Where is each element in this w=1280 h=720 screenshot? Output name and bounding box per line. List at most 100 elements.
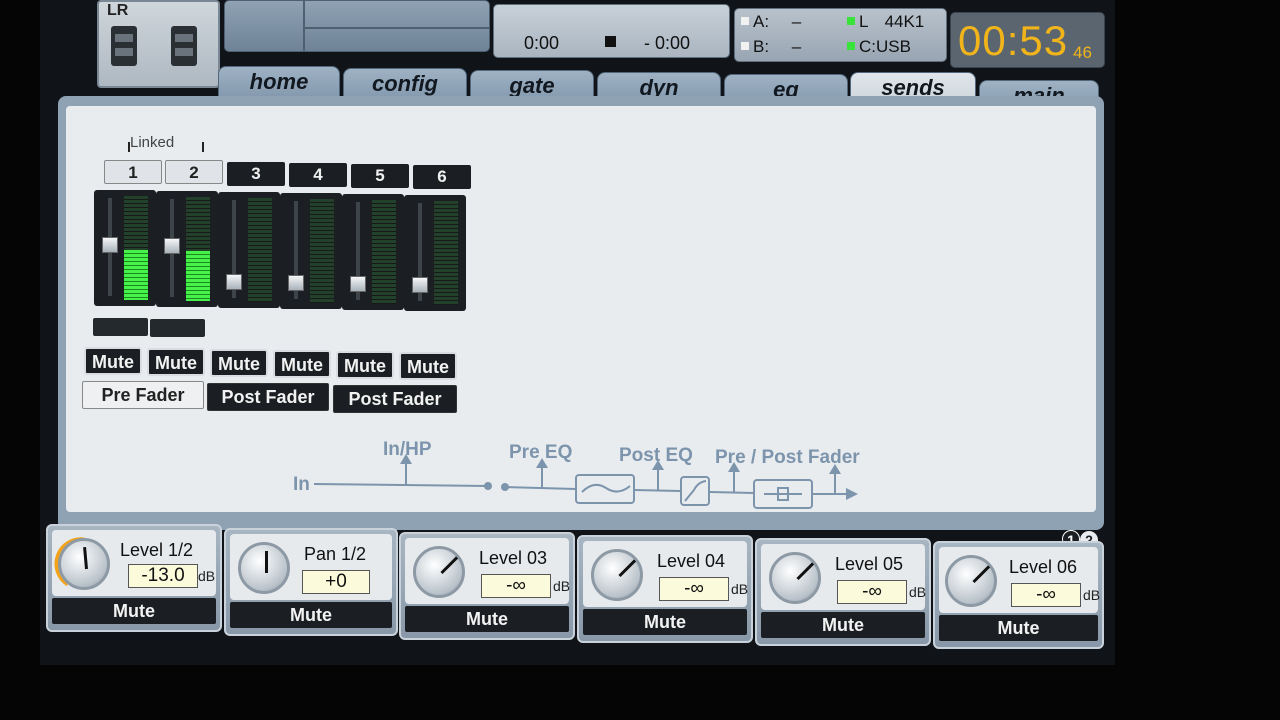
signal-line-2 xyxy=(504,486,577,490)
mute-button-3[interactable]: Mute xyxy=(210,349,268,377)
knob-pointer xyxy=(796,562,815,581)
usb-transport-panel[interactable]: 0:00 - 0:00 xyxy=(493,4,730,58)
elapsed-time: 0:00 xyxy=(524,33,560,53)
stop-icon[interactable] xyxy=(605,36,616,47)
channel-name-panel[interactable] xyxy=(224,0,490,52)
encoder-label: Level 06 xyxy=(1009,557,1078,577)
meter-5 xyxy=(372,200,396,304)
signal-path-diagram xyxy=(313,454,858,509)
clock-time: 00:53 xyxy=(958,17,1069,64)
encoder-label: Level 04 xyxy=(657,551,726,571)
meter-4 xyxy=(310,199,334,303)
channel-number-3[interactable]: 3 xyxy=(227,162,285,186)
encoder-level-1-2[interactable]: Level 1/2 -13.0 dB Mute xyxy=(46,524,222,632)
signal-line-1 xyxy=(313,483,489,487)
scribble-strip-1 xyxy=(93,318,148,336)
level-knob-icon[interactable] xyxy=(945,555,997,607)
signal-node-2 xyxy=(501,483,509,491)
tap-point-button-3-4[interactable]: Post Fader xyxy=(207,383,329,411)
channel-number-6[interactable]: 6 xyxy=(413,165,471,189)
encoder-value: -∞ xyxy=(481,574,551,598)
channel-number-4[interactable]: 4 xyxy=(289,163,347,187)
lr-right-fader-icon xyxy=(171,26,197,66)
level-knob-icon[interactable] xyxy=(413,546,465,598)
send-fader-4[interactable] xyxy=(280,193,342,309)
io-status-panel[interactable]: A: – B: – L 44K1 C:USB xyxy=(734,8,947,62)
encoder-unit: dB xyxy=(909,584,927,600)
tap-point-button-1-2[interactable]: Pre Fader xyxy=(82,381,204,409)
b-label: B: xyxy=(753,37,770,56)
encoder-level-04[interactable]: Level 04 -∞ dB Mute xyxy=(577,535,753,643)
level-knob-icon[interactable] xyxy=(58,538,110,590)
knob-pointer xyxy=(265,551,268,573)
send-fader-5[interactable] xyxy=(342,194,404,310)
tap-point-button-5-6[interactable]: Post Fader xyxy=(333,385,457,413)
channel-number-5[interactable]: 5 xyxy=(351,164,409,188)
meter-3 xyxy=(248,198,272,302)
signal-out-arrowhead xyxy=(846,488,858,500)
a-label: A: xyxy=(753,12,770,31)
level-knob-icon[interactable] xyxy=(591,549,643,601)
send-fader-6[interactable] xyxy=(404,195,466,311)
mute-button-6[interactable]: Mute xyxy=(399,352,457,380)
l-led-icon xyxy=(847,17,855,25)
knob-pointer xyxy=(440,556,459,575)
fader-cap-6[interactable] xyxy=(412,276,428,293)
mute-button-5[interactable]: Mute xyxy=(336,351,394,379)
clock-display: 00:53 46 xyxy=(950,12,1105,68)
encoder-value: -∞ xyxy=(1011,583,1081,607)
mute-button-2[interactable]: Mute xyxy=(147,348,205,376)
fader-cap-3[interactable] xyxy=(226,273,242,290)
name-divider xyxy=(303,1,305,51)
signal-node-1 xyxy=(484,482,492,490)
encoder-value: -∞ xyxy=(837,580,907,604)
signal-line-3 xyxy=(634,489,681,492)
mute-button-1[interactable]: Mute xyxy=(84,347,142,375)
channel-number-1[interactable]: 1 xyxy=(104,160,162,184)
mute-button-4[interactable]: Mute xyxy=(273,350,331,378)
lr-label: LR xyxy=(107,2,129,19)
send-fader-2[interactable] xyxy=(156,191,218,307)
c-led-icon xyxy=(847,42,855,50)
b-led-icon xyxy=(741,42,749,50)
dynamics-curve xyxy=(684,480,707,502)
sample-rate: 44K1 xyxy=(884,12,925,31)
usb-source: USB xyxy=(876,37,911,56)
encoder-mute-button[interactable]: Mute xyxy=(939,615,1098,641)
meter-fill-2 xyxy=(186,251,210,301)
b-value: – xyxy=(791,37,802,56)
knob-pointer xyxy=(83,546,88,570)
encoder-level-05[interactable]: Level 05 -∞ dB Mute xyxy=(755,538,931,646)
post-fader-arrowhead xyxy=(829,464,841,474)
encoder-level-06[interactable]: Level 06 -∞ dB Mute xyxy=(933,541,1104,649)
send-fader-1[interactable] xyxy=(94,190,156,306)
fader-cap-5[interactable] xyxy=(350,275,366,292)
encoder-label: Level 03 xyxy=(479,548,548,568)
encoder-mute-button[interactable]: Mute xyxy=(52,598,216,624)
fader-cap-4[interactable] xyxy=(288,274,304,291)
signal-line-4 xyxy=(709,491,755,494)
encoder-value: +0 xyxy=(302,570,370,594)
encoder-mute-button[interactable]: Mute xyxy=(583,609,747,635)
a-led-icon xyxy=(741,17,749,25)
encoder-level-03[interactable]: Level 03 -∞ dB Mute xyxy=(399,532,575,640)
encoder-value: -∞ xyxy=(659,577,729,601)
scribble-strip-2 xyxy=(150,319,205,337)
encoder-unit: dB xyxy=(731,581,749,597)
fader-cap-2[interactable] xyxy=(164,238,180,255)
pre-fader-arrowhead xyxy=(728,462,740,472)
lr-main-fader-button[interactable]: LR xyxy=(97,0,220,88)
fader-cap-1[interactable] xyxy=(102,237,118,254)
send-fader-3[interactable] xyxy=(218,192,280,308)
encoder-mute-button[interactable]: Mute xyxy=(230,602,392,628)
encoder-mute-button[interactable]: Mute xyxy=(405,606,569,632)
linked-bracket xyxy=(128,142,204,152)
encoder-pan-1-2[interactable]: Pan 1/2 +0 Mute xyxy=(224,528,398,636)
pan-knob-icon[interactable] xyxy=(238,542,290,594)
channel-number-2[interactable]: 2 xyxy=(165,160,223,184)
name-hline xyxy=(305,27,489,29)
encoder-mute-button[interactable]: Mute xyxy=(761,612,925,638)
level-knob-icon[interactable] xyxy=(769,552,821,604)
l-label: L xyxy=(859,12,868,31)
knob-pointer xyxy=(618,559,637,578)
